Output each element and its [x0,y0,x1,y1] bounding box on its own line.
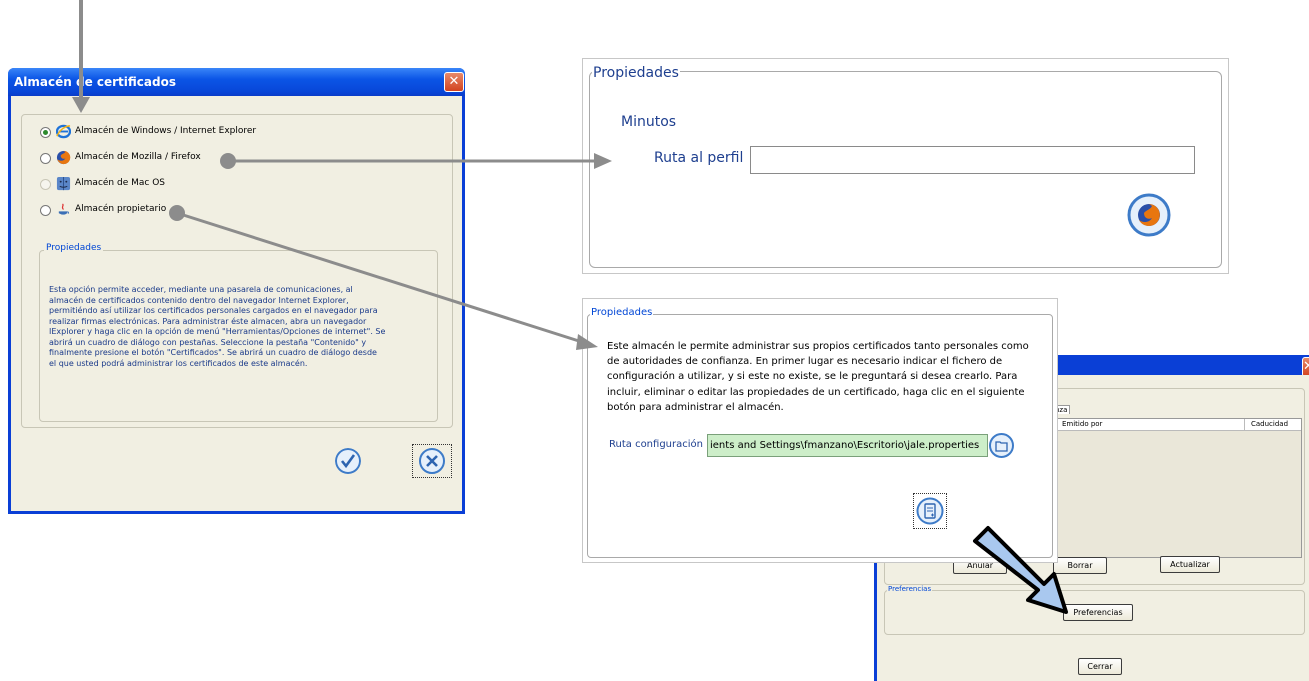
annotation-overlay [72,0,1068,614]
connector-line-proprietary [176,211,583,344]
big-pointer-arrow-icon [973,526,1068,614]
arrowhead-icon [72,97,90,113]
arrowhead-icon [576,334,598,350]
arrowhead-icon [594,153,612,169]
